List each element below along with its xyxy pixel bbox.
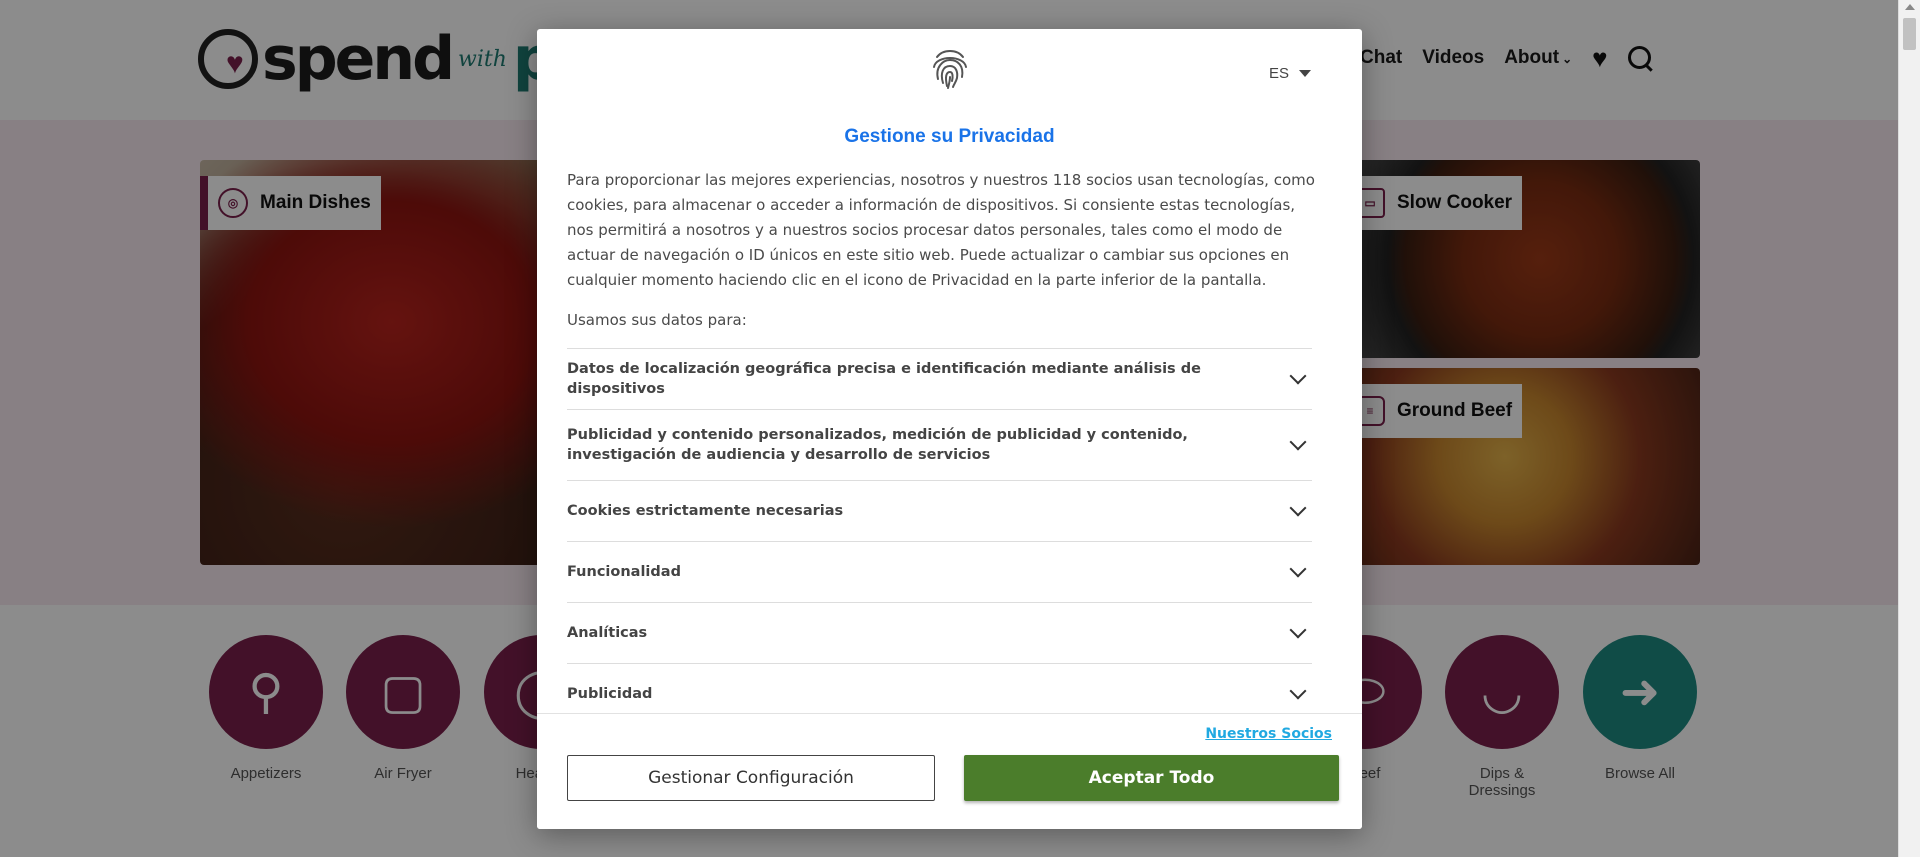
purpose-label: Publicidad y contenido personalizados, m… <box>567 427 1188 463</box>
purpose-item-personalized-ads[interactable]: Publicidad y contenido personalizados, m… <box>567 410 1312 481</box>
scrollbar-thumb[interactable] <box>1903 18 1916 50</box>
purpose-label: Datos de localización geográfica precisa… <box>567 361 1201 397</box>
dialog-footer: Nuestros Socios Gestionar Configuración … <box>537 713 1362 829</box>
purpose-label: Cookies estrictamente necesarias <box>567 503 844 519</box>
partners-link[interactable]: Nuestros Socios <box>1205 726 1332 742</box>
language-code: ES <box>1269 65 1290 82</box>
chevron-down-icon <box>1289 367 1307 385</box>
intro-text: Para proporcionar las mejores experienci… <box>567 171 1315 289</box>
chevron-down-icon <box>1289 621 1307 639</box>
chevron-down-icon <box>1289 499 1307 517</box>
purposes-list: Datos de localización geográfica precisa… <box>567 348 1312 725</box>
chevron-down-icon <box>1289 682 1307 700</box>
language-selector[interactable]: ES <box>1269 65 1312 82</box>
chevron-down-icon <box>1289 560 1307 578</box>
purpose-label: Publicidad <box>567 686 653 702</box>
purpose-item-analytics[interactable]: Analíticas <box>567 603 1312 664</box>
scroll-up-arrow-icon[interactable] <box>1905 4 1915 10</box>
chevron-down-icon <box>1289 433 1307 451</box>
purposes-heading: Usamos sus datos para: <box>567 311 747 329</box>
dialog-title: Gestione su Privacidad <box>844 126 1055 147</box>
dialog-body: Para proporcionar las mejores experienci… <box>567 168 1315 333</box>
manage-settings-button[interactable]: Gestionar Configuración <box>567 755 935 801</box>
page-scrollbar[interactable] <box>1898 0 1920 857</box>
caret-down-icon <box>1299 70 1312 77</box>
purpose-label: Funcionalidad <box>567 564 681 580</box>
purpose-item-functionality[interactable]: Funcionalidad <box>567 542 1312 603</box>
purpose-item-geolocation[interactable]: Datos de localización geográfica precisa… <box>567 349 1312 410</box>
accept-all-button[interactable]: Aceptar Todo <box>964 755 1339 801</box>
purpose-label: Analíticas <box>567 625 648 641</box>
fingerprint-icon <box>933 50 967 89</box>
purpose-item-necessary-cookies[interactable]: Cookies estrictamente necesarias <box>567 481 1312 542</box>
consent-dialog: ES Gestione su Privacidad Para proporcio… <box>537 29 1362 829</box>
